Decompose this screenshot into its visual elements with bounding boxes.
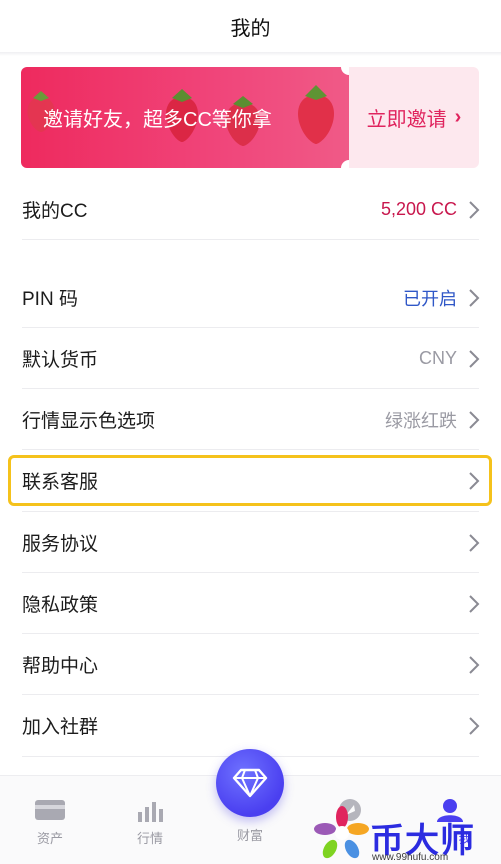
chevron-right-icon <box>469 533 480 552</box>
tab-label: 资产 <box>36 831 63 846</box>
row-label: 加入社群 <box>22 717 99 738</box>
bar-chart-icon <box>138 802 163 822</box>
invite-banner-text: 邀请好友，超多CC等你拿 <box>43 109 272 131</box>
cc-balance-value: 5,200 CC <box>380 199 457 219</box>
row-label: 我的CC <box>22 201 88 222</box>
market-color-value: 绿涨红跌 <box>385 410 457 431</box>
invite-banner-main[interactable]: 邀请好友，超多CC等你拿 <box>21 67 349 168</box>
chevron-right-icon <box>469 716 480 735</box>
privacy-policy-row[interactable]: 隐私政策 <box>0 573 501 634</box>
market-color-row[interactable]: 行情显示色选项 绿涨红跌 <box>0 389 501 450</box>
row-label: 隐私政策 <box>22 595 99 616</box>
chevron-right-icon <box>469 594 480 613</box>
row-label: 帮助中心 <box>22 656 99 677</box>
chevron-right-icon <box>469 200 480 219</box>
chevron-right-icon <box>469 655 480 674</box>
row-label: PIN 码 <box>22 289 78 310</box>
flower-logo-icon <box>314 806 369 859</box>
invite-banner[interactable]: 邀请好友，超多CC等你拿 立即邀请 › <box>21 67 479 168</box>
join-community-row[interactable]: 加入社群 <box>0 695 501 756</box>
ticket-notch <box>341 67 349 75</box>
header-divider <box>0 52 501 56</box>
row-label: 行情显示色选项 <box>22 411 156 432</box>
wealth-tab-button[interactable] <box>216 749 284 817</box>
invite-now-label: 立即邀请 <box>366 109 447 131</box>
default-currency-row[interactable]: 默认货币 CNY <box>0 328 501 389</box>
diamond-icon <box>232 768 268 798</box>
row-label: 服务协议 <box>22 534 99 555</box>
pin-status-value: 已开启 <box>403 288 457 309</box>
pin-code-row[interactable]: PIN 码 已开启 <box>0 267 501 328</box>
tab-market[interactable]: 行情 <box>100 776 200 864</box>
strawberry-icon <box>297 85 335 144</box>
row-label: 默认货币 <box>22 350 99 371</box>
service-agreement-row[interactable]: 服务协议 <box>0 512 501 573</box>
chevron-right-icon: › <box>454 106 462 128</box>
tab-label-wealth: 财富 <box>236 828 263 843</box>
ticket-notch <box>341 160 349 168</box>
wallet-icon <box>35 800 65 820</box>
page-header: 我的 <box>0 0 501 52</box>
my-cc-row[interactable]: 我的CC 5,200 CC <box>0 179 501 240</box>
chevron-right-icon <box>469 410 480 429</box>
highlight-frame <box>8 455 492 506</box>
watermark: 币大师 www.99hufu.com <box>312 805 501 864</box>
watermark-url: www.99hufu.com <box>372 852 449 863</box>
divider <box>22 239 479 240</box>
tab-label: 行情 <box>136 831 163 846</box>
chevron-right-icon <box>469 288 480 307</box>
tab-assets[interactable]: 资产 <box>0 776 100 864</box>
invite-now-button[interactable]: 立即邀请 › <box>349 67 479 168</box>
page-title: 我的 <box>230 17 271 40</box>
chevron-right-icon <box>469 349 480 368</box>
help-center-row[interactable]: 帮助中心 <box>0 634 501 695</box>
currency-value: CNY <box>418 348 457 368</box>
